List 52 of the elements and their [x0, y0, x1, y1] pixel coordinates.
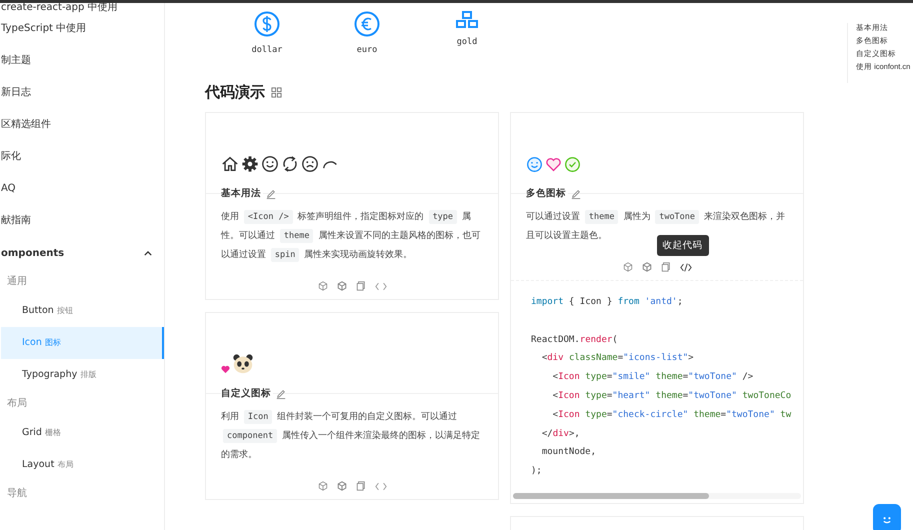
- icon-label: gold: [456, 37, 478, 47]
- ingots-icon: [455, 11, 479, 29]
- sidebar-section-label: 通用: [6, 274, 28, 289]
- heart-icon: [221, 364, 230, 374]
- panda-icon: [232, 353, 254, 375]
- edit-icon[interactable]: [276, 388, 286, 398]
- loading-icon: [321, 160, 339, 168]
- frown-icon: [301, 155, 319, 173]
- sidebar-item[interactable]: Button 按钮: [1, 295, 164, 327]
- demo-title: 基本用法: [221, 187, 263, 200]
- smile-icon: [526, 156, 543, 172]
- check-circle-icon: [564, 156, 581, 172]
- tooltip: 收起代码: [656, 234, 708, 256]
- demo-title: 多色图标: [526, 187, 568, 200]
- sidebar-group-header[interactable]: omponents: [1, 237, 164, 269]
- sidebar-section-label: 导航: [6, 486, 28, 501]
- edit-icon[interactable]: [571, 188, 581, 198]
- gear-icon: [241, 155, 259, 173]
- heart-icon: [545, 156, 562, 172]
- euro-icon: [354, 11, 380, 37]
- icon-label: euro: [356, 45, 378, 55]
- home-icon: [221, 155, 239, 173]
- copy-icon[interactable]: [356, 481, 366, 491]
- sidebar-item[interactable]: 区精选组件: [1, 109, 164, 141]
- section-title: 代码演示: [205, 83, 265, 102]
- sidebar-item[interactable]: 制主题: [1, 45, 164, 77]
- cube-icon[interactable]: [642, 262, 652, 272]
- sidebar-item[interactable]: 新日志: [1, 77, 164, 109]
- grid-icon[interactable]: [271, 87, 282, 98]
- cube-icon[interactable]: [336, 281, 346, 291]
- sidebar-item[interactable]: Typography 排版: [1, 359, 164, 391]
- sync-icon: [281, 155, 299, 173]
- icon-label: dollar: [252, 45, 282, 55]
- sidebar-item[interactable]: AQ: [1, 173, 164, 205]
- sidebar-item[interactable]: Grid 栅格: [1, 417, 164, 449]
- copy-icon[interactable]: [660, 262, 670, 272]
- sidebar-item[interactable]: TypeScript 中使用: [1, 13, 164, 45]
- sidebar-section-label: 布局: [6, 397, 28, 411]
- demo-title: 自定义图标: [221, 387, 273, 400]
- dollar-icon: [254, 11, 280, 37]
- smile-icon: [261, 155, 279, 173]
- sidebar-item[interactable]: 际化: [1, 141, 164, 173]
- chat-button[interactable]: [873, 504, 901, 530]
- cube-icon[interactable]: [336, 481, 346, 491]
- code-snippet: import { Icon } from 'antd'; ReactDOM.render( <div className="icons-list"> <Icon type="smile" theme="twoTone" /> <Icon type="heart" theme="twoTone" twoToneCo <Icon type="check-circle" theme="twoTone" tw </div>, mountNode, );: [530, 296, 792, 478]
- demo-description: 使用 <Icon /> 标签声明组件，指定图标对应的 type 属性。可以通过 theme 属性来设置不同的主题风格的图标，也可以通过设置 spin 属性来实现动画旋转效果。: [221, 209, 482, 264]
- edit-icon[interactable]: [266, 188, 276, 198]
- sidebar-item[interactable]: 献指南: [1, 205, 164, 237]
- copy-icon[interactable]: [356, 281, 366, 291]
- sidebar-item[interactable]: Layout 布局: [1, 449, 164, 481]
- code-icon[interactable]: [680, 262, 692, 272]
- demo-description: 利用 Icon 组件封装一个可复用的自定义图标。可以通过 component 属性传入一个组件来渲染最终的图标，以满足特定的需求。: [221, 409, 481, 462]
